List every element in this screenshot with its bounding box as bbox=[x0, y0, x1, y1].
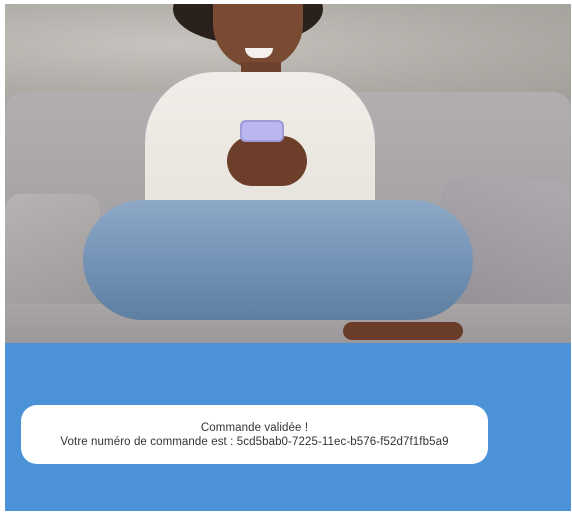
order-confirmation-toast: Commande validée ! Votre numéro de comma… bbox=[21, 405, 488, 464]
hero-person-jeans bbox=[83, 200, 473, 320]
order-confirmation-page: Commande validée ! Votre numéro de comma… bbox=[0, 0, 572, 513]
phone-icon bbox=[240, 120, 284, 142]
hero-person-feet bbox=[343, 322, 463, 340]
toast-title: Commande validée ! bbox=[200, 421, 309, 434]
confirmation-panel: Commande validée ! Votre numéro de comma… bbox=[5, 343, 571, 511]
hero-person-hands bbox=[227, 136, 307, 186]
toast-message: Votre numéro de commande est : 5cd5bab0-… bbox=[60, 435, 449, 448]
hero-photo bbox=[5, 4, 571, 343]
